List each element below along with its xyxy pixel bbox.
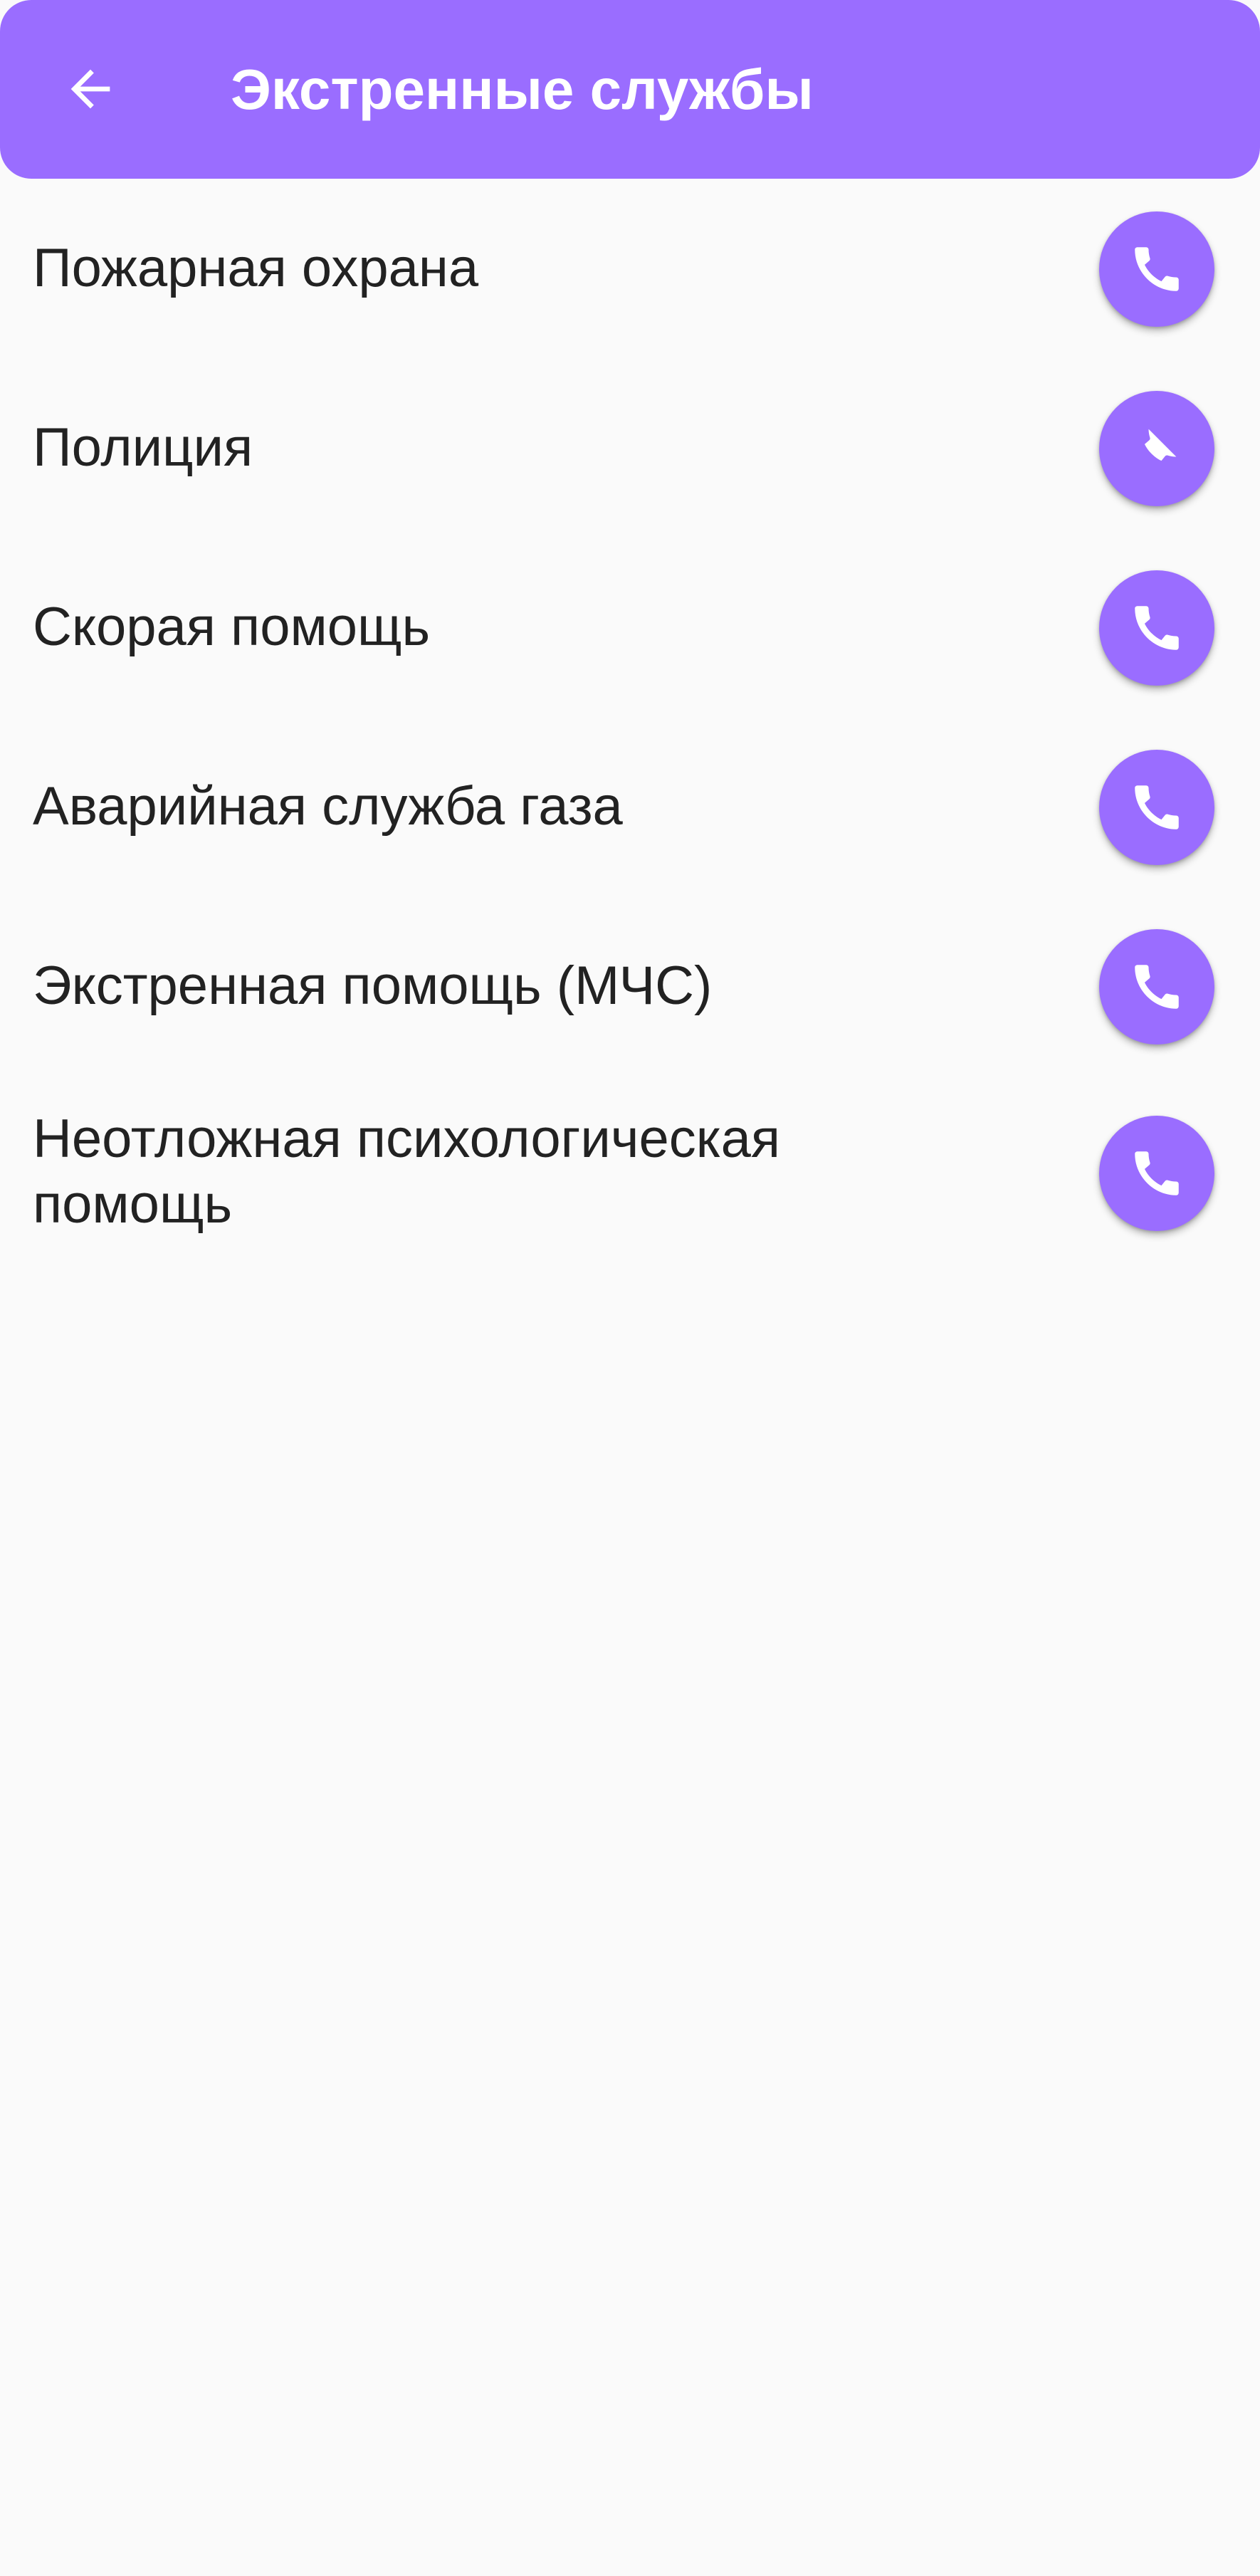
page-title: Экстренные службы — [231, 58, 814, 121]
list-item-emergency: Экстренная помощь (МЧС) — [0, 896, 1260, 1076]
phone-icon — [1135, 965, 1179, 1009]
list-item-label: Аварийная служба газа — [33, 776, 623, 837]
call-button-psychological[interactable] — [1099, 1116, 1214, 1231]
list-item-fire: Пожарная охрана — [0, 179, 1260, 358]
list-item-psychological: Неотложная психологическая помощь — [0, 1076, 1260, 1268]
list-item-label: Пожарная охрана — [33, 238, 479, 298]
phone-icon — [1135, 606, 1179, 650]
phone-icon — [1144, 429, 1177, 461]
phone-icon — [1135, 785, 1179, 829]
list-item-label: Экстренная помощь (МЧС) — [33, 955, 713, 1016]
back-button[interactable] — [47, 46, 134, 132]
services-list: Пожарная охрана Полиция Скорая помощь Ав… — [0, 179, 1260, 1268]
list-item-gas: Аварийная служба газа — [0, 717, 1260, 896]
call-button-police[interactable] — [1099, 391, 1214, 506]
app-bar: Экстренные службы — [0, 0, 1260, 179]
list-item-label: Неотложная психологическая помощь — [33, 1109, 781, 1235]
list-item-ambulance: Скорая помощь — [0, 538, 1260, 717]
arrow-left-icon — [70, 69, 110, 109]
call-button-gas[interactable] — [1099, 750, 1214, 865]
list-item-police: Полиция — [0, 358, 1260, 538]
call-button-fire[interactable] — [1099, 211, 1214, 327]
list-item-label: Скорая помощь — [33, 597, 431, 657]
call-button-ambulance[interactable] — [1099, 570, 1214, 686]
list-item-label: Полиция — [33, 417, 253, 478]
phone-icon — [1135, 247, 1179, 291]
call-button-emergency[interactable] — [1099, 929, 1214, 1044]
phone-icon — [1135, 1151, 1179, 1195]
